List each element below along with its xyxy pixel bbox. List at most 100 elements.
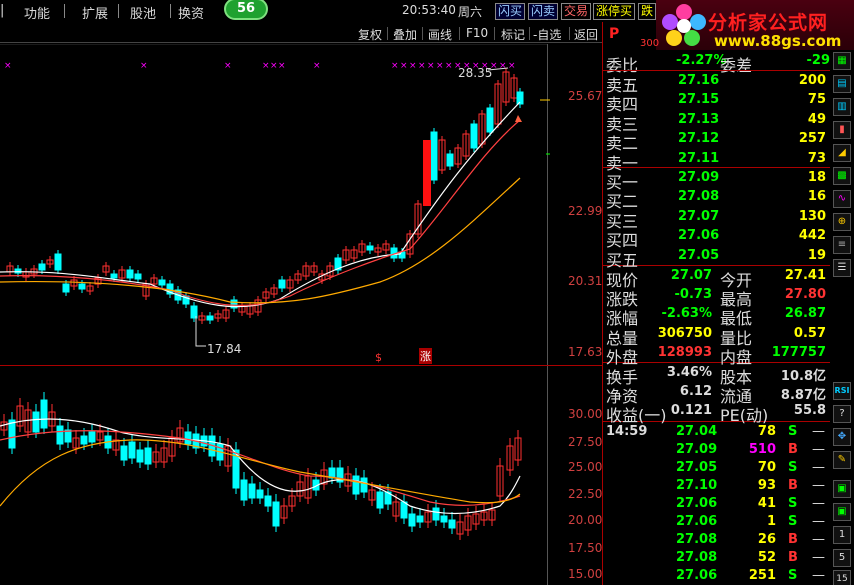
volume-icon[interactable]: ▥ (833, 98, 851, 116)
list-icon[interactable]: ☰ (833, 259, 851, 277)
tick-row: 27.10 93 B — (604, 478, 828, 496)
wave-icon[interactable]: ∿ (833, 190, 851, 208)
ask-price: 27.15 (678, 92, 720, 108)
trade-button[interactable]: 交易 (561, 3, 592, 20)
sub-axis-tick: 20.00 (568, 513, 603, 527)
overlay-button[interactable]: 叠加 (393, 26, 417, 43)
bid-row[interactable]: 买五 27.05 19 (606, 247, 830, 270)
signal-x-marker: × (270, 61, 278, 71)
sub-candlestick-chart[interactable] (0, 366, 602, 585)
fund-value: 55.8 (793, 403, 826, 418)
rsi-button[interactable]: RSI (833, 382, 851, 400)
tick-trend: — (812, 496, 825, 511)
candle-body (126, 269, 134, 279)
help-icon[interactable]: ? (833, 405, 851, 423)
flash-buy-button[interactable]: 闪买 (495, 3, 526, 20)
mark-button[interactable]: 标记 (501, 26, 525, 43)
ask-volume: 200 (798, 73, 826, 88)
toolbar-separator (387, 27, 388, 40)
remove-favorite-button[interactable]: -自选 (533, 26, 561, 43)
grid-icon[interactable]: ▤ (833, 75, 851, 93)
bid-row[interactable]: 买一 27.09 18 (606, 169, 830, 192)
candlestick-chart[interactable]: × × × × × × × × × × × × × × × × × × × × × (0, 44, 602, 365)
fundamental-row: 净资 6.12 流通 8.87亿 (606, 383, 830, 406)
tick-trend: — (812, 460, 825, 475)
pencil-icon[interactable]: ✎ (833, 451, 851, 469)
bid-volume: 16 (807, 189, 826, 205)
tick-side: S (788, 514, 798, 529)
chart-mode-icon[interactable]: ▣ (833, 480, 851, 498)
fundamental-row: 换手 3.46% 股本 10.8亿 (606, 364, 830, 387)
draw-line-button[interactable]: 画线 (428, 26, 452, 43)
price-hint: 300 (640, 38, 660, 49)
sub-candle-body (136, 449, 144, 463)
ask-row[interactable]: 卖三 27.13 49 (606, 111, 830, 134)
stat-row: 现价 27.07 今开 27.41 (606, 267, 830, 290)
fund-value: 0.121 (670, 403, 712, 418)
candle-body (54, 253, 62, 271)
period-15-button[interactable]: 15 (833, 570, 851, 585)
bid-volume: 18 (807, 170, 826, 185)
ask-row[interactable]: 卖一 27.11 73 (606, 150, 830, 173)
bid-row[interactable]: 买四 27.06 442 (606, 227, 830, 250)
move-icon[interactable]: ✥ (833, 428, 851, 446)
ask-row[interactable]: 卖四 27.15 75 (606, 91, 830, 114)
period-5-button[interactable]: 5 (833, 549, 851, 567)
sub-candle-body (376, 491, 384, 509)
sort-icon[interactable]: ▦ (833, 52, 851, 70)
candle-body (278, 279, 286, 289)
sub-candle-body (240, 479, 248, 501)
bid-row[interactable]: 买二 27.08 16 (606, 188, 830, 211)
sub-candle-body (272, 501, 280, 527)
limit-up-buy-button[interactable]: 涨停买 (593, 3, 636, 20)
menu-item-function[interactable]: 功能 (24, 3, 50, 22)
tick-volume: 93 (757, 478, 776, 493)
weibi-row: 委比 -2.27% 委差 -29 (606, 52, 830, 75)
candle-body (158, 279, 166, 286)
bid-volume: 19 (807, 247, 826, 263)
ask-price: 27.12 (678, 131, 720, 147)
sub-candle-body (432, 507, 440, 521)
tick-trend: — (812, 514, 825, 529)
stat-value: 306750 (657, 325, 712, 341)
zoom-icon[interactable]: ⊕ (833, 213, 851, 231)
menu-item-stock-pool[interactable]: 股池 (130, 3, 156, 22)
sub-axis-tick: 17.50 (568, 541, 603, 555)
candle-icon[interactable]: ▮ (833, 121, 851, 139)
ask-row[interactable]: 卖二 27.12 257 (606, 130, 830, 153)
signal-marker: $ (375, 351, 382, 364)
menu-item-switch[interactable]: 换资 (178, 3, 204, 22)
candle-body (14, 268, 22, 274)
signal-x-marker: × (140, 61, 148, 71)
ma5-line (0, 101, 521, 308)
stock-terminal-window: | 功能 扩展 股池 换资 56 20:53:40 周六 闪买 闪卖 交易 涨停… (0, 0, 854, 585)
menu-separator (170, 4, 171, 18)
price-axis-tick: 25.67 (568, 89, 603, 103)
line-icon[interactable]: ◢ (833, 144, 851, 162)
bid-price: 27.06 (678, 228, 720, 244)
f10-button[interactable]: F10 (466, 26, 488, 40)
notification-badge[interactable]: 56 (224, 0, 268, 20)
sub-candle-body (56, 425, 64, 445)
candle-body (206, 315, 214, 321)
period-icon[interactable]: ▣ (833, 503, 851, 521)
bid-row[interactable]: 买三 27.07 130 (606, 208, 830, 231)
sub-candle-body (400, 501, 408, 519)
menu-item-extend[interactable]: 扩展 (82, 3, 108, 22)
restore-rights-button[interactable]: 复权 (358, 26, 382, 43)
back-button[interactable]: 返回 (574, 26, 598, 43)
signal-x-marker: × (262, 61, 270, 71)
ask-volume: 257 (798, 131, 826, 147)
signal-x-marker: × (445, 61, 453, 71)
limit-down-button[interactable]: 跌 (638, 3, 657, 20)
tick-row: 27.08 26 B — (604, 532, 828, 550)
tick-volume: 251 (748, 568, 776, 583)
tick-row: 27.09 510 B — (604, 442, 828, 460)
bar-chart-icon[interactable]: ▩ (833, 167, 851, 185)
weekday: 周六 (458, 5, 483, 19)
price-pointer-icon (515, 115, 522, 122)
flash-sell-button[interactable]: 闪卖 (528, 3, 559, 20)
ask-row[interactable]: 卖五 27.16 200 (606, 72, 830, 95)
info-icon[interactable]: ≡ (833, 236, 851, 254)
period-1-button[interactable]: 1 (833, 526, 851, 544)
